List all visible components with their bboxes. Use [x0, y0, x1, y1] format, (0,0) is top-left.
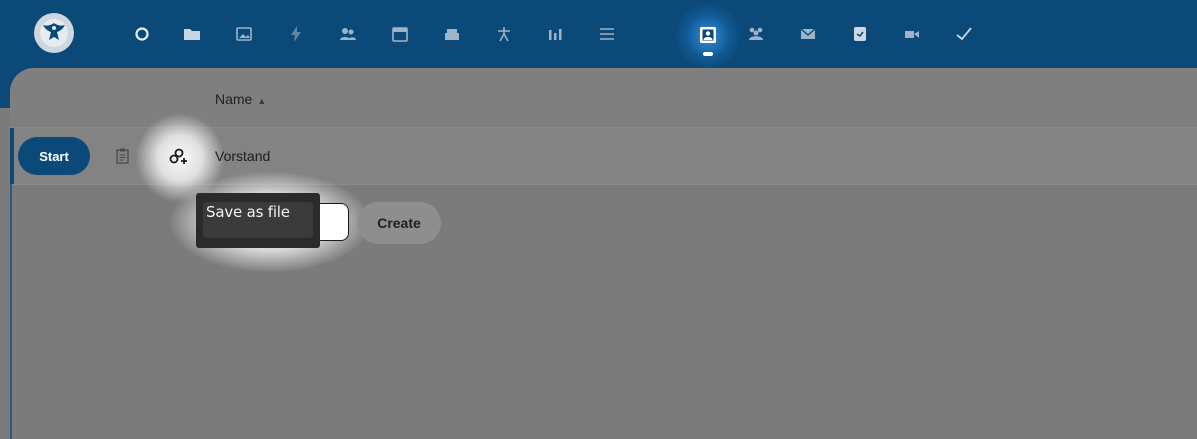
- app-header: [0, 0, 1197, 68]
- app-check[interactable]: [952, 22, 976, 46]
- logo[interactable]: [34, 13, 74, 53]
- create-link-button[interactable]: [166, 144, 190, 168]
- app-tasks[interactable]: [492, 22, 516, 46]
- mail-icon: [800, 28, 816, 39]
- app-deck[interactable]: [440, 22, 464, 46]
- panel-left-border: [10, 184, 12, 439]
- app-lists[interactable]: [595, 22, 619, 46]
- eagle-logo-icon: [40, 19, 68, 47]
- tooltip: Save as file: [196, 193, 320, 248]
- column-header-name[interactable]: Name ▲: [215, 91, 266, 107]
- clipboard-icon: [116, 148, 129, 164]
- video-icon: [905, 31, 919, 38]
- image-icon: [236, 27, 252, 41]
- create-button[interactable]: Create: [357, 202, 441, 244]
- row-selection-indicator: [10, 128, 14, 184]
- group-icon: [749, 27, 763, 40]
- app-activity[interactable]: [284, 22, 308, 46]
- folder-icon: [184, 29, 200, 40]
- app-talk[interactable]: [900, 22, 924, 46]
- column-header-label: Name: [215, 91, 253, 107]
- tooltip-text: Save as file: [206, 203, 290, 221]
- inbox-icon: [445, 29, 459, 40]
- copy-to-clipboard-button[interactable]: [113, 146, 133, 166]
- app-dashboard[interactable]: [130, 22, 154, 46]
- row-name: Vorstand: [215, 148, 271, 164]
- app-active[interactable]: [674, 4, 742, 68]
- circle-icon: [135, 27, 149, 41]
- active-indicator: [703, 52, 713, 56]
- bar-chart-icon: [549, 29, 562, 40]
- sort-ascending-icon: ▲: [257, 96, 267, 106]
- presentation-icon: [700, 27, 716, 43]
- list-icon: [600, 28, 614, 40]
- start-button[interactable]: Start: [18, 137, 90, 175]
- document-icon: [854, 27, 866, 41]
- app-contacts[interactable]: [336, 22, 360, 46]
- contacts-icon: [340, 28, 356, 40]
- calendar-icon: [392, 27, 408, 42]
- app-calendar[interactable]: [388, 22, 412, 46]
- app-mail[interactable]: [796, 22, 820, 46]
- app-photos[interactable]: [232, 22, 256, 46]
- link-add-icon: [169, 148, 187, 164]
- app-notes[interactable]: [848, 22, 872, 46]
- app-files[interactable]: [180, 22, 204, 46]
- app-circles[interactable]: [744, 22, 768, 46]
- app-analytics[interactable]: [543, 22, 567, 46]
- lightning-icon: [291, 26, 301, 42]
- star-person-icon: [498, 27, 510, 42]
- check-icon: [956, 27, 972, 41]
